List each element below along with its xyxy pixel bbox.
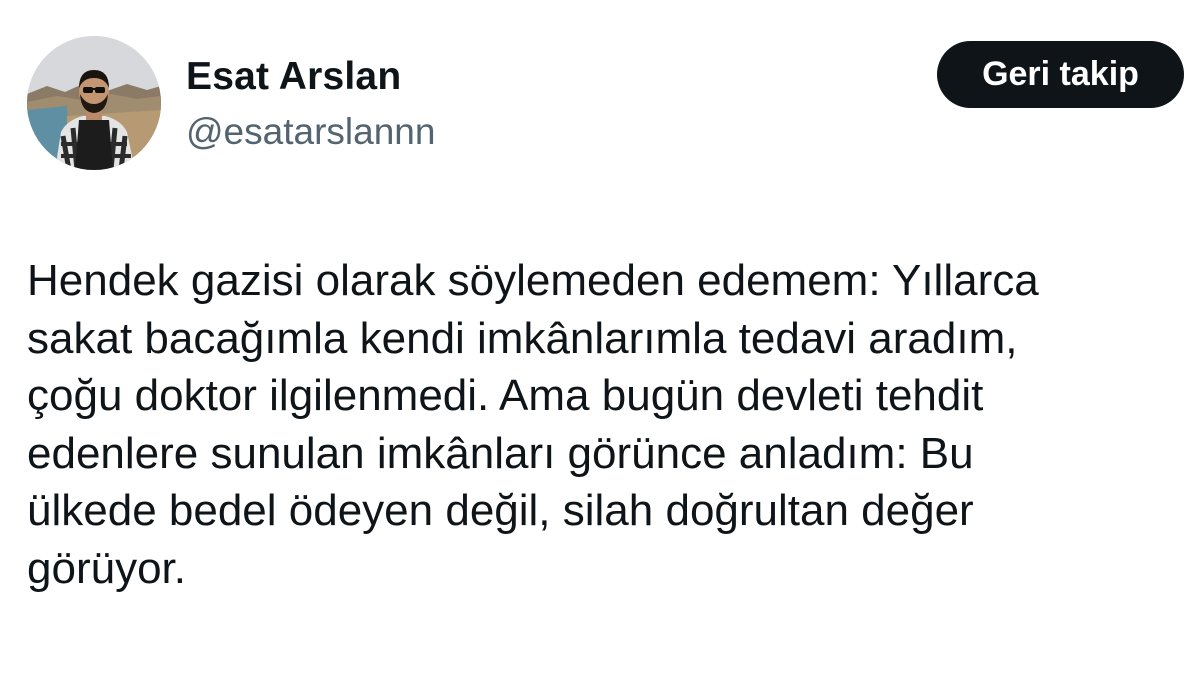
tweet-text-line: Hendek gazisi olarak söylemeden edemem: … bbox=[27, 256, 1039, 305]
author-handle[interactable]: @esatarslannn bbox=[186, 110, 435, 154]
follow-back-button[interactable]: Geri takip bbox=[937, 41, 1184, 108]
tweet-card: Esat Arslan @esatarslannn Geri takip Hen… bbox=[0, 0, 1200, 693]
tweet-text: Hendek gazisi olarak söylemeden edemem: … bbox=[27, 252, 1200, 597]
author-display-name[interactable]: Esat Arslan bbox=[186, 54, 401, 100]
tweet-text-line: çoğu doktor ilgilenmedi. Ama bugün devle… bbox=[27, 371, 984, 420]
tweet-text-line: ülkede bedel ödeyen değil, silah doğrult… bbox=[27, 486, 974, 535]
avatar-photo bbox=[27, 36, 161, 170]
tweet-text-line: edenlere sunulan imkânları görünce anlad… bbox=[27, 428, 974, 478]
avatar[interactable] bbox=[27, 36, 161, 170]
tweet-text-line: görüyor. bbox=[27, 543, 186, 593]
tweet-text-line: sakat bacağımla kendi imkânlarımla tedav… bbox=[27, 313, 1018, 363]
